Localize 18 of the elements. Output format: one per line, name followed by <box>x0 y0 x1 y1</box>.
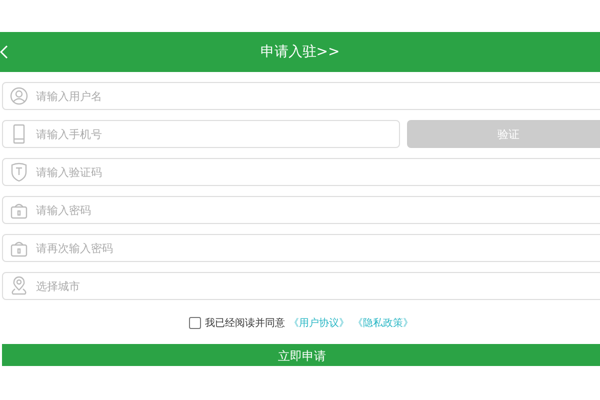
agreement-text: 我已经阅读并同意 <box>205 316 285 330</box>
input-field[interactable]: 请输入用户名 <box>2 82 600 110</box>
lock-icon <box>10 239 28 257</box>
policy-link[interactable]: 《用户协议》 <box>289 316 349 330</box>
checkbox[interactable] <box>189 317 201 329</box>
submit-button[interactable]: 立即申请 <box>2 344 600 366</box>
input-field[interactable]: 请输入手机号 <box>2 120 400 148</box>
lock-icon <box>10 201 28 219</box>
input-field[interactable]: 请输入验证码 <box>2 158 600 186</box>
page-title: 申请入驻>> <box>260 43 340 61</box>
shield-icon <box>10 162 28 182</box>
input-field[interactable]: 选择城市 <box>2 272 600 300</box>
back-icon[interactable] <box>0 45 8 59</box>
input-field[interactable]: 请输入密码 <box>2 196 600 224</box>
policy-link[interactable]: 《隐私政策》 <box>353 316 413 330</box>
user-icon <box>10 87 28 105</box>
location-pin-icon <box>10 276 28 296</box>
input-field[interactable]: 请再次输入密码 <box>2 234 600 262</box>
